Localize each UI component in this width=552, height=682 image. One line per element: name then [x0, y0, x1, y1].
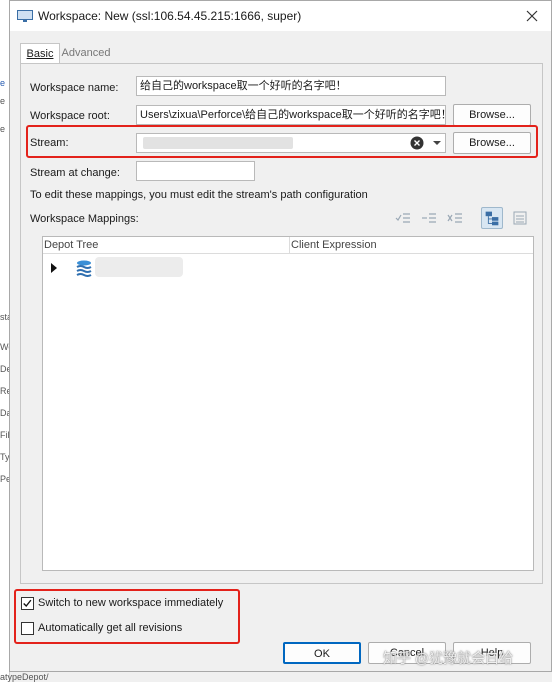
depot-name-redacted — [95, 257, 183, 277]
workspace-root-input[interactable]: Users\zixua\Perforce\给自己的workspace取一个好听的… — [136, 105, 446, 125]
expand-arrow-icon[interactable] — [50, 263, 58, 273]
clear-icon[interactable] — [410, 136, 424, 150]
column-depot-tree[interactable]: Depot Tree — [43, 237, 290, 253]
stream-depot-icon — [76, 260, 92, 277]
tab-basic[interactable]: Basic — [20, 43, 60, 64]
stream-at-change-label: Stream at change: — [30, 167, 120, 179]
checkmark-icon — [23, 599, 32, 608]
window-title: Workspace: New (ssl:106.54.45.215:1666, … — [38, 9, 302, 23]
get-all-revisions-label[interactable]: Automatically get all revisions — [38, 622, 182, 634]
get-all-revisions-checkbox[interactable] — [21, 622, 34, 635]
basic-panel: Workspace name: 给自己的workspace取一个好听的名字吧！ … — [20, 63, 543, 584]
switch-workspace-label[interactable]: Switch to new workspace immediately — [38, 597, 223, 609]
stream-label: Stream: — [30, 137, 69, 149]
workspace-dialog: Workspace: New (ssl:106.54.45.215:1666, … — [9, 0, 552, 672]
workspace-name-label: Workspace name: — [30, 82, 119, 94]
bg-letter: e — [0, 96, 6, 106]
title-bar: Workspace: New (ssl:106.54.45.215:1666, … — [10, 1, 551, 31]
tree-view-toggle[interactable] — [481, 207, 503, 229]
column-client-expression[interactable]: Client Expression — [289, 237, 377, 253]
bg-letter: e — [0, 78, 6, 88]
background-bottom-text: atypeDepot/ — [0, 672, 49, 682]
chevron-down-icon[interactable] — [430, 136, 444, 150]
stream-at-change-input[interactable] — [136, 161, 255, 181]
close-icon[interactable] — [523, 7, 541, 25]
tree-view-icon — [485, 211, 499, 226]
ok-button[interactable]: OK — [283, 642, 361, 664]
stream-value-redacted — [143, 137, 293, 149]
workspace-root-label: Workspace root: — [30, 110, 110, 122]
bg-letter: e — [0, 124, 6, 134]
tab-advanced[interactable]: Advanced — [56, 43, 116, 63]
workspace-mappings-label: Workspace Mappings: — [30, 213, 139, 225]
browse-root-button[interactable]: Browse... — [453, 104, 531, 126]
switch-workspace-checkbox[interactable] — [21, 597, 34, 610]
watermark: 知乎 @犹豫就会白给 — [383, 650, 514, 666]
minus-list-icon[interactable] — [420, 209, 438, 227]
tree-header: Depot Tree Client Expression — [43, 237, 533, 254]
browse-stream-button[interactable]: Browse... — [453, 132, 531, 154]
check-list-icon[interactable] — [394, 209, 412, 227]
monitor-icon — [17, 10, 33, 22]
mapping-note: To edit these mappings, you must edit th… — [30, 189, 368, 201]
text-view-icon[interactable] — [511, 209, 529, 227]
stream-combo[interactable] — [136, 133, 446, 153]
mappings-tree[interactable]: Depot Tree Client Expression — [42, 236, 534, 571]
workspace-name-input[interactable]: 给自己的workspace取一个好听的名字吧！ — [136, 76, 446, 96]
remove-list-icon[interactable] — [446, 209, 464, 227]
